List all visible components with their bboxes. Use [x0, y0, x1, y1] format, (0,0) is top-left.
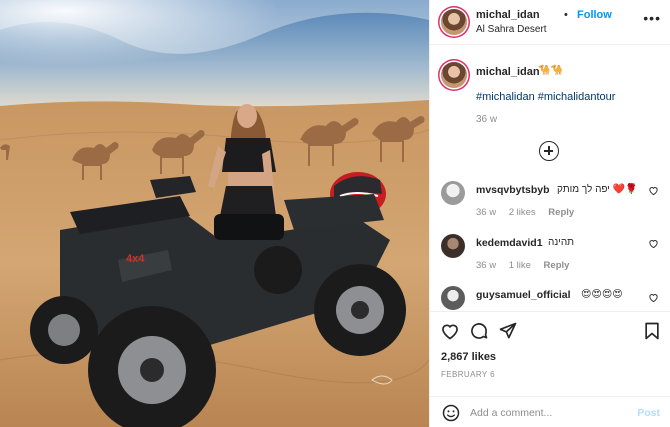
- like-heart-icon[interactable]: [440, 321, 460, 341]
- post-actions: 2,867 likes FEBRUARY 6 Post: [430, 311, 670, 427]
- comment-item: guysamuel_official 😍😍😍😍: [430, 286, 670, 310]
- comment-text: יפה לך מותק ❤️🌹: [557, 184, 638, 195]
- separator-dot: •: [564, 9, 568, 21]
- save-bookmark-icon[interactable]: [642, 321, 662, 341]
- comment-reply-button[interactable]: Reply: [544, 260, 570, 271]
- comment-avatar[interactable]: [441, 181, 465, 205]
- caption-hashtags[interactable]: #michalidan #michalidantour: [476, 91, 615, 103]
- comment-item: mvsqvbytsbyb יפה לך מותק ❤️🌹 36 w 2 like…: [430, 181, 670, 231]
- comment-username[interactable]: kedemdavid1: [476, 237, 543, 249]
- comment-text: תהינה: [548, 237, 575, 248]
- comment-time[interactable]: 36 w: [476, 260, 496, 271]
- comment-input[interactable]: [470, 403, 620, 423]
- comment-meta: 36 w 1 like Reply: [476, 260, 579, 271]
- load-more-comments-icon[interactable]: [539, 141, 559, 161]
- location-link[interactable]: Al Sahra Desert: [476, 24, 547, 35]
- comment-time[interactable]: 36 w: [476, 207, 496, 218]
- caption-emoji: 🐪🐪: [538, 65, 563, 76]
- comment-meta: 36 w 2 likes Reply: [476, 207, 584, 218]
- comment-reply-button[interactable]: Reply: [548, 207, 574, 218]
- comment-username[interactable]: guysamuel_official: [476, 289, 571, 301]
- comment-username[interactable]: mvsqvbytsbyb: [476, 184, 550, 196]
- post-header: michal_idan • Follow Al Sahra Desert •••: [430, 0, 670, 45]
- likes-count[interactable]: 2,867 likes: [441, 351, 496, 363]
- comment-item: kedemdavid1 תהינה 36 w 1 like Reply: [430, 234, 670, 284]
- post-date[interactable]: FEBRUARY 6: [441, 370, 495, 379]
- comment-likes[interactable]: 2 likes: [509, 207, 536, 218]
- post-photo[interactable]: 4x4: [0, 0, 429, 427]
- comment-text: 😍😍😍😍: [581, 289, 623, 300]
- emoji-smile-icon[interactable]: [441, 403, 461, 423]
- more-options-icon[interactable]: •••: [643, 10, 661, 26]
- post-sidebar: michal_idan • Follow Al Sahra Desert •••…: [429, 0, 670, 427]
- add-comment-bar: Post: [430, 396, 670, 427]
- comment-like-heart-icon[interactable]: [648, 292, 659, 303]
- follow-button[interactable]: Follow: [577, 9, 612, 21]
- comment-avatar[interactable]: [441, 286, 465, 310]
- header-username[interactable]: michal_idan: [476, 9, 540, 21]
- post-comment-button[interactable]: Post: [637, 407, 660, 419]
- caption-avatar[interactable]: [441, 62, 467, 88]
- caption-username[interactable]: michal_idan: [476, 66, 540, 78]
- caption-timestamp[interactable]: 36 w: [476, 114, 497, 125]
- instagram-post: 4x4 michal_idan • Follow Al Sahra Desert…: [0, 0, 670, 427]
- comment-like-heart-icon[interactable]: [648, 185, 659, 196]
- comment-bubble-icon[interactable]: [469, 321, 489, 341]
- avatar[interactable]: [441, 9, 467, 35]
- comment-avatar[interactable]: [441, 234, 465, 258]
- svg-text:4x4: 4x4: [126, 253, 145, 265]
- desert-quad-bike-photo: 4x4: [0, 0, 429, 427]
- share-send-icon[interactable]: [498, 321, 518, 341]
- comment-like-heart-icon[interactable]: [648, 238, 659, 249]
- comment-likes[interactable]: 1 like: [509, 260, 531, 271]
